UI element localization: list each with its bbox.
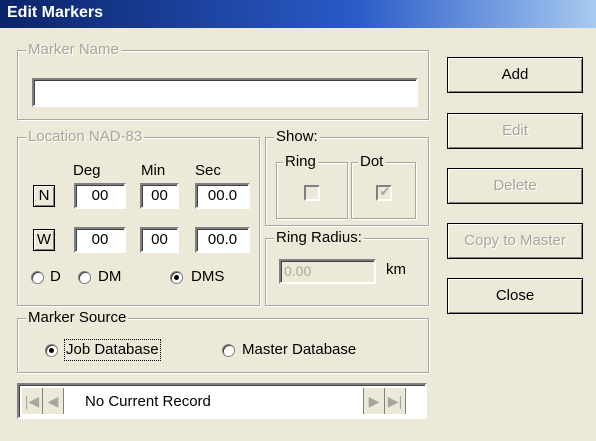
title-bar: Edit Markers [0,0,596,28]
format-d-label: D [50,268,61,285]
lat-min-field[interactable]: 00 [140,183,179,209]
master-database-label[interactable]: Master Database [242,341,356,359]
previous-record-icon[interactable]: ◀ [43,388,64,414]
ring-radius-group: Ring Radius: 0.00 km [265,229,429,306]
copy-to-master-button[interactable]: Copy to Master [447,223,583,259]
format-dm-radio[interactable] [78,271,91,284]
window-title: Edit Markers [7,4,104,21]
format-dms-label: DMS [191,268,225,285]
last-record-icon[interactable]: ▶| [385,388,406,414]
next-record-icon[interactable]: ▶ [363,388,385,414]
location-group: Location NAD-83 Deg Min Sec N 00 00 00.0… [17,128,260,306]
marker-source-legend: Marker Source [26,309,129,327]
first-record-icon[interactable]: |◀ [22,388,43,414]
lat-sec-field[interactable]: 00.0 [195,183,250,209]
lat-hemisphere-button[interactable]: N [33,185,55,207]
format-d-radio[interactable] [31,271,44,284]
add-button[interactable]: Add [447,57,583,93]
lon-min-field[interactable]: 00 [140,227,179,253]
ring-legend: Ring [283,153,318,171]
ring-checkbox[interactable] [304,185,320,201]
format-dm-label: DM [98,268,122,285]
show-legend: Show: [274,128,320,146]
dot-checkbox[interactable]: ✔ [376,184,392,201]
lon-hemisphere-button[interactable]: W [33,229,55,251]
min-header: Min [141,162,166,179]
ring-radius-input[interactable]: 0.00 [279,259,376,284]
marker-name-legend: Marker Name [26,41,121,59]
dot-subgroup: Dot ✔ [351,153,416,219]
job-database-label[interactable]: Job Database [64,339,161,361]
record-navigator: |◀ ◀ No Current Record ▶ ▶| [17,383,427,419]
lon-deg-field[interactable]: 00 [74,227,126,253]
ring-radius-legend: Ring Radius: [274,229,364,247]
job-database-radio[interactable] [45,344,58,357]
master-database-radio[interactable] [222,344,235,357]
lat-deg-field[interactable]: 00 [74,183,126,209]
ring-radius-unit: km [386,261,406,278]
lon-sec-field[interactable]: 00.0 [195,227,250,253]
sec-header: Sec [195,162,221,179]
location-legend: Location NAD-83 [26,128,145,146]
record-status: No Current Record [85,393,211,410]
deg-header: Deg [73,162,101,179]
marker-source-group: Marker Source Job Database Master Databa… [17,309,429,373]
close-button[interactable]: Close [447,278,583,314]
edit-markers-window: Edit Markers Marker Name Location NAD-83… [0,0,596,441]
ring-subgroup: Ring [276,153,348,219]
marker-name-group: Marker Name [17,41,429,120]
dot-legend: Dot [358,153,386,171]
delete-button[interactable]: Delete [447,168,583,204]
format-dms-radio[interactable] [170,271,183,284]
marker-name-input[interactable] [32,78,418,107]
checkmark-icon: ✔ [379,184,391,199]
show-group: Show: Ring Dot ✔ [265,128,429,226]
edit-button[interactable]: Edit [447,113,583,149]
